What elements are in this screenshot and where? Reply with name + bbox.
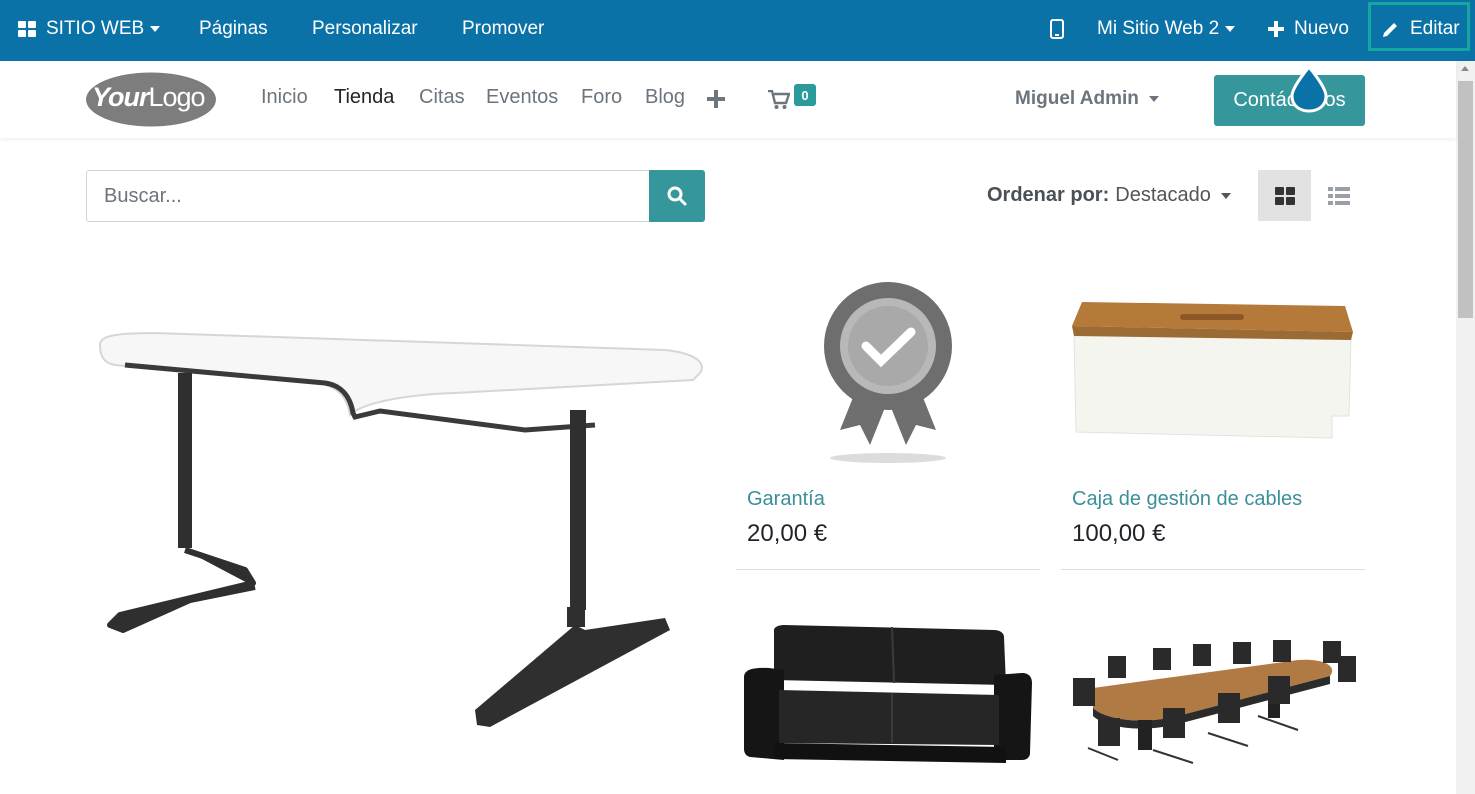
product-card-sofa-image[interactable] [744,625,1032,770]
search-input[interactable]: Buscar... [86,170,650,222]
mobile-phone-icon [1050,18,1064,39]
product-price-warranty: 20,00 € [747,520,828,547]
apps-grid-icon [18,20,36,37]
product-card-cable-box-image[interactable] [1070,298,1355,453]
chevron-down-icon [1148,96,1159,102]
website-menu[interactable]: SITIO WEB [18,0,161,57]
nav-link-citas[interactable]: Citas [419,86,465,109]
new-button[interactable]: Nuevo [1268,0,1349,57]
grid-view-icon [1274,186,1295,205]
pencil-icon [1383,22,1397,37]
site-logo[interactable]: YourLogo [86,72,216,127]
admin-navbar: SITIO WEB Páginas Personalizar Promover … [0,0,1475,61]
water-drop-cursor-icon [1290,65,1328,113]
cart-count-badge: 0 [794,84,816,106]
nav-link-blog[interactable]: Blog [645,86,685,109]
chevron-down-icon [150,25,161,32]
search-button[interactable] [649,170,705,222]
promote-label: Promover [462,17,545,39]
search-icon [667,186,687,206]
product-price-cable-box: 100,00 € [1072,520,1166,547]
nav-link-inicio[interactable]: Inicio [261,86,308,109]
user-menu[interactable]: Miguel Admin [1015,88,1159,110]
product-name-warranty[interactable]: Garantía [747,488,825,511]
sort-dropdown[interactable]: Ordenar por: Destacado [987,184,1231,207]
grid-view-button[interactable] [1258,170,1311,221]
product-card-divider [1061,569,1365,570]
shopping-cart-icon [768,89,791,109]
customize-label: Personalizar [312,17,418,39]
black-sofa-image [744,625,1032,763]
edit-button[interactable]: Editar [1382,0,1460,57]
logo-text-bold: Your [92,82,149,112]
website-menu-label: SITIO WEB [46,17,145,39]
chevron-down-icon [1220,192,1231,199]
logo-text-light: Logo [148,82,206,112]
conference-table-image [1073,640,1356,764]
product-card-conference-table-image[interactable] [1068,638,1358,773]
sort-value: Destacado [1115,184,1211,206]
product-card-corner-desk[interactable] [95,325,707,740]
list-view-button[interactable] [1312,170,1365,221]
product-name-cable-box[interactable]: Caja de gestión de cables [1072,488,1302,511]
nav-link-eventos[interactable]: Eventos [486,86,558,109]
customize-menu[interactable]: Personalizar [312,0,418,57]
pages-label: Páginas [199,17,268,39]
site-selector[interactable]: Mi Sitio Web 2 [1097,0,1236,57]
product-card-divider [736,569,1040,570]
corner-desk-image [98,331,703,727]
new-label: Nuevo [1294,17,1349,39]
nav-link-tienda[interactable]: Tienda [334,86,394,109]
add-menu-item-button[interactable] [707,90,725,113]
plus-icon [707,90,725,108]
chevron-down-icon [1225,25,1236,32]
cable-box-image [1072,302,1353,439]
pages-menu[interactable]: Páginas [199,0,268,57]
sort-label: Ordenar por: [987,184,1110,206]
nav-link-foro[interactable]: Foro [581,86,622,109]
warranty-badge-image [824,282,952,463]
scroll-up-arrow-icon[interactable] [1461,66,1469,71]
user-name: Miguel Admin [1015,88,1139,109]
edit-label: Editar [1410,17,1460,39]
product-card-warranty-image[interactable] [818,280,958,470]
list-view-icon [1327,186,1350,205]
plus-icon [1268,20,1284,37]
mobile-preview-button[interactable] [1050,0,1064,57]
promote-menu[interactable]: Promover [462,0,544,57]
cart-button[interactable] [768,89,791,115]
site-selector-label: Mi Sitio Web 2 [1097,17,1220,39]
scrollbar-thumb[interactable] [1458,81,1473,318]
